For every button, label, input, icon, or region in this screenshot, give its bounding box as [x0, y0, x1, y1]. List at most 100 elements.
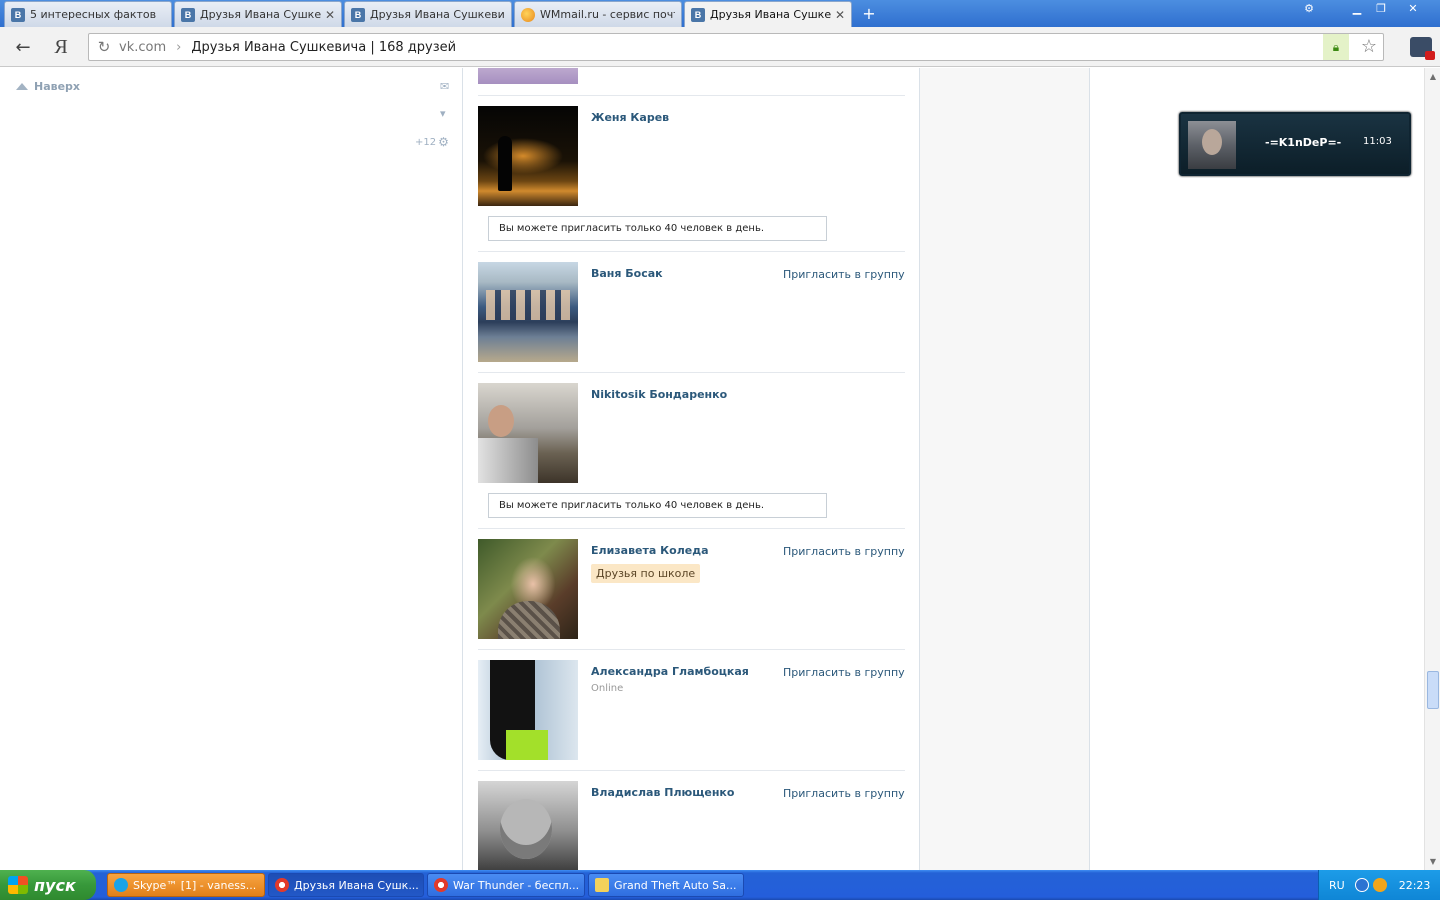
friend-name[interactable]: Nikitosik Бондаренко	[591, 388, 727, 401]
address-domain: vk.com	[119, 39, 167, 55]
browser-tab-strip: В 5 интересных фактов В Друзья Ивана Суш…	[0, 0, 1440, 27]
vk-icon: В	[11, 7, 25, 22]
taskbar-item-skype[interactable]: Skype™ [1] - vaness...	[107, 873, 265, 897]
tab-title: WMmail.ru - сервис почт	[540, 8, 675, 21]
minimize-icon[interactable]: ▁	[1344, 0, 1370, 16]
tab-title: Друзья Ивана Сушкеви	[200, 8, 321, 21]
scroll-up-icon[interactable]: ▲	[1426, 69, 1440, 83]
tray-app-icon[interactable]	[1372, 878, 1387, 892]
lock-icon[interactable]: 🔒︎	[1323, 34, 1349, 60]
extension-icon[interactable]	[1410, 37, 1435, 60]
invite-to-group-link[interactable]: Пригласить в группу	[783, 545, 905, 558]
friend-name[interactable]: Женя Карев	[591, 111, 669, 124]
close-tab-icon[interactable]: ✕	[835, 8, 845, 22]
previous-friend-photo[interactable]	[478, 68, 578, 84]
invite-to-group-link[interactable]: Пригласить в группу	[783, 787, 905, 800]
reload-icon[interactable]: ↻	[89, 38, 119, 56]
tab-title: 5 интересных фактов	[30, 8, 157, 21]
vertical-scrollbar[interactable]: ▲ ▼	[1424, 68, 1440, 870]
divider	[478, 372, 905, 373]
friend-list-tag[interactable]: Друзья по школе	[591, 564, 701, 583]
friends-list: Женя Карев Вы можете пригласить только 4…	[462, 68, 920, 870]
tab-title: Друзья Ивана Сушкеви	[710, 8, 831, 21]
scroll-down-icon[interactable]: ▼	[1426, 854, 1440, 868]
friend-photo[interactable]	[478, 781, 578, 870]
wmmail-icon: •	[521, 7, 535, 22]
yandex-browser-icon	[275, 878, 289, 892]
gear-icon: ⚙	[438, 135, 449, 149]
address-bar[interactable]: ↻ vk.com › Друзья Ивана Сушкевича | 168 …	[88, 33, 1384, 61]
browser-tab[interactable]: • WMmail.ru - сервис почт	[514, 1, 682, 27]
skype-contact-name: -=K1nDeP=-	[1265, 136, 1342, 149]
address-page-title: Друзья Ивана Сушкевича | 168 друзей	[191, 39, 457, 55]
browser-tab-active[interactable]: В Друзья Ивана Сушкеви ✕	[684, 1, 852, 27]
task-label: War Thunder - беспл...	[453, 878, 580, 892]
task-label: Skype™ [1] - vaness...	[133, 878, 257, 892]
settings-icon[interactable]: ⚙	[1296, 0, 1322, 16]
right-column	[920, 68, 1090, 870]
friend-name[interactable]: Ваня Босак	[591, 267, 663, 280]
divider	[478, 251, 905, 252]
new-tab-button[interactable]: +	[860, 4, 878, 23]
invite-to-group-link[interactable]: Пригласить в группу	[783, 666, 905, 679]
restore-icon[interactable]: ❐	[1368, 0, 1394, 16]
skype-icon	[114, 878, 128, 892]
friend-photo[interactable]	[478, 383, 578, 483]
back-to-top-label: Наверх	[34, 80, 81, 93]
yandex-browser-icon	[434, 878, 448, 892]
folder-icon	[595, 878, 609, 892]
back-arrow-icon[interactable]: ←	[12, 36, 34, 58]
close-tab-icon[interactable]: ✕	[325, 8, 335, 22]
mail-icon[interactable]: ✉	[440, 80, 449, 93]
windows-taskbar: пуск Skype™ [1] - vaness... Друзья Ивана…	[0, 870, 1440, 900]
online-status: Online	[591, 683, 624, 694]
divider	[478, 528, 905, 529]
task-label: Друзья Ивана Сушк...	[294, 878, 419, 892]
skype-message-time: 11:03	[1363, 136, 1392, 147]
start-button[interactable]: пуск	[0, 870, 96, 900]
divider	[478, 649, 905, 650]
comment-icon[interactable]: ▾	[440, 107, 446, 120]
address-separator: ›	[176, 39, 182, 55]
vk-icon: В	[181, 7, 195, 22]
invite-limit-notice: Вы можете пригласить только 40 человек в…	[488, 216, 827, 241]
friend-photo[interactable]	[478, 660, 578, 760]
browser-toolbar: ← Я ↻ vk.com › Друзья Ивана Сушкевича | …	[0, 27, 1440, 67]
vk-page: Наверх ✉ ▾ +12 ⚙ Женя Карев Вы можете пр…	[0, 68, 1424, 870]
taskbar-item-browser[interactable]: War Thunder - беспл...	[427, 873, 585, 897]
browser-tab[interactable]: В Друзья Ивана Сушкеви	[344, 1, 512, 27]
windows-logo-icon	[8, 876, 28, 894]
taskbar-item-browser[interactable]: Друзья Ивана Сушк...	[268, 873, 424, 897]
show-hidden-icons-icon[interactable]	[1354, 878, 1369, 892]
vk-icon: В	[351, 7, 365, 22]
scrollbar-thumb[interactable]	[1427, 671, 1439, 709]
notification-counter[interactable]: +12 ⚙	[415, 135, 449, 149]
browser-tab[interactable]: В Друзья Ивана Сушкеви ✕	[174, 1, 342, 27]
clock: 22:23	[1398, 878, 1431, 892]
friend-name[interactable]: Елизавета Коледа	[591, 544, 709, 557]
bookmark-star-icon[interactable]: ☆	[1361, 36, 1377, 57]
notification-count: +12	[415, 136, 437, 148]
friend-photo[interactable]	[478, 106, 578, 206]
friend-photo[interactable]	[478, 539, 578, 639]
browser-tab[interactable]: В 5 интересных фактов	[4, 1, 172, 27]
divider	[478, 770, 905, 771]
up-arrow-icon	[16, 83, 28, 90]
friend-name[interactable]: Александра Гламбоцкая	[591, 665, 749, 678]
skype-notification[interactable]: -=K1nDeP=- 11:03	[1179, 112, 1411, 176]
vk-icon: В	[691, 7, 705, 22]
close-window-icon[interactable]: ✕	[1400, 0, 1426, 16]
friend-photo[interactable]	[478, 262, 578, 362]
task-label: Grand Theft Auto Sa...	[614, 878, 737, 892]
invite-to-group-link[interactable]: Пригласить в группу	[783, 268, 905, 281]
avatar	[1188, 121, 1236, 169]
yandex-button[interactable]: Я	[50, 36, 72, 58]
invite-limit-notice: Вы можете пригласить только 40 человек в…	[488, 493, 827, 518]
back-to-top-link[interactable]: Наверх	[16, 80, 80, 93]
tab-title: Друзья Ивана Сушкеви	[370, 8, 505, 21]
taskbar-item-folder[interactable]: Grand Theft Auto Sa...	[588, 873, 744, 897]
language-indicator[interactable]: RU	[1329, 879, 1345, 892]
friend-name[interactable]: Владислав Плющенко	[591, 786, 734, 799]
start-label: пуск	[34, 875, 76, 895]
divider	[478, 95, 905, 96]
